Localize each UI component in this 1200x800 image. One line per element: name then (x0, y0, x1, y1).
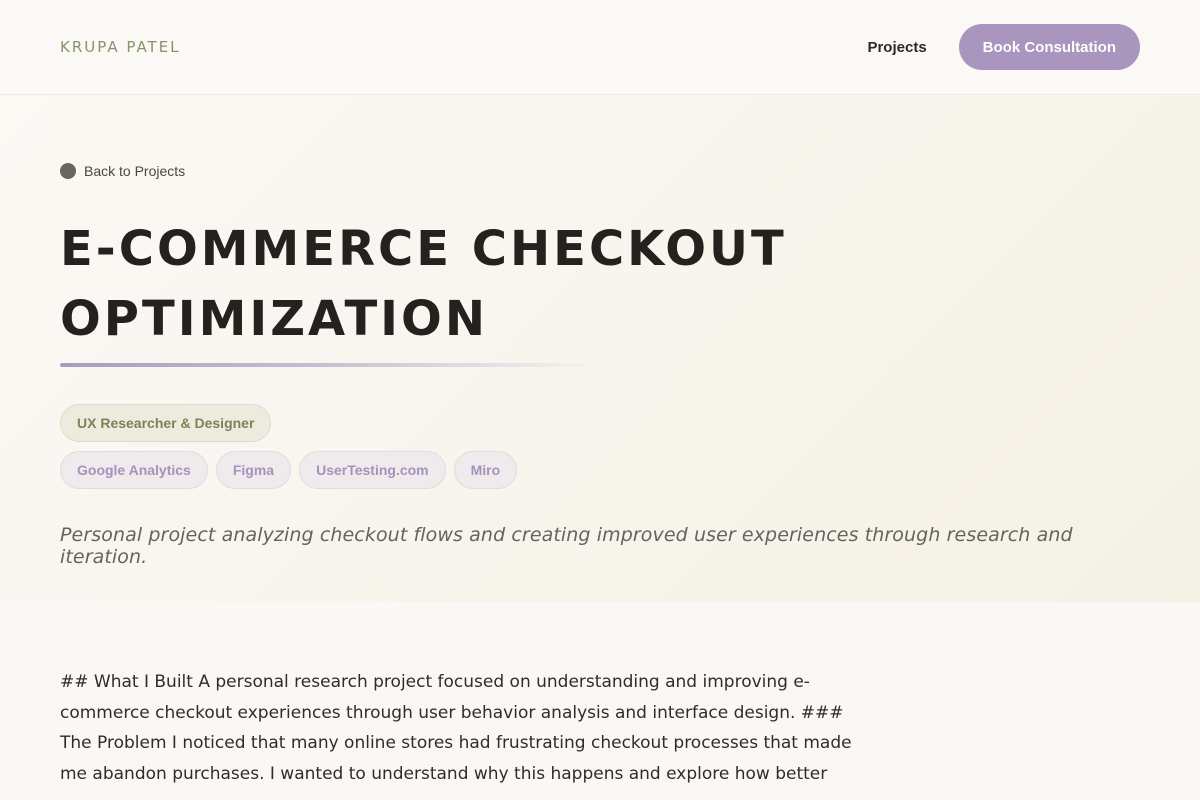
book-consultation-button[interactable]: Book Consultation (958, 24, 1140, 70)
page-title: E-COMMERCE CHECKOUT OPTIMIZATION (60, 221, 787, 347)
tool-tag: Miro (453, 451, 518, 489)
tool-tag: UserTesting.com (299, 451, 446, 489)
tool-tags: Google Analytics Figma UserTesting.com M… (60, 451, 518, 489)
tool-tag: Google Analytics (60, 451, 208, 489)
title-underline (60, 363, 600, 367)
role-badge: UX Researcher & Designer (60, 404, 272, 442)
top-nav: KRUPA PATEL Projects Book Consultation (0, 0, 1200, 95)
tool-tag: Figma (215, 451, 292, 489)
project-body-text: ## What I Built A personal research proj… (60, 672, 852, 784)
project-hero: Back to Projects E-COMMERCE CHECKOUT OPT… (0, 96, 1200, 602)
back-label: Back to Projects (84, 163, 186, 179)
site-logo[interactable]: KRUPA PATEL (60, 38, 181, 56)
back-arrow-icon (60, 163, 76, 179)
back-to-projects-link[interactable]: Back to Projects (60, 163, 185, 179)
nav-actions: Projects Book Consultation (867, 24, 1140, 70)
nav-link-projects[interactable]: Projects (867, 39, 926, 56)
project-summary: Personal project analyzing checkout flow… (60, 524, 1073, 568)
